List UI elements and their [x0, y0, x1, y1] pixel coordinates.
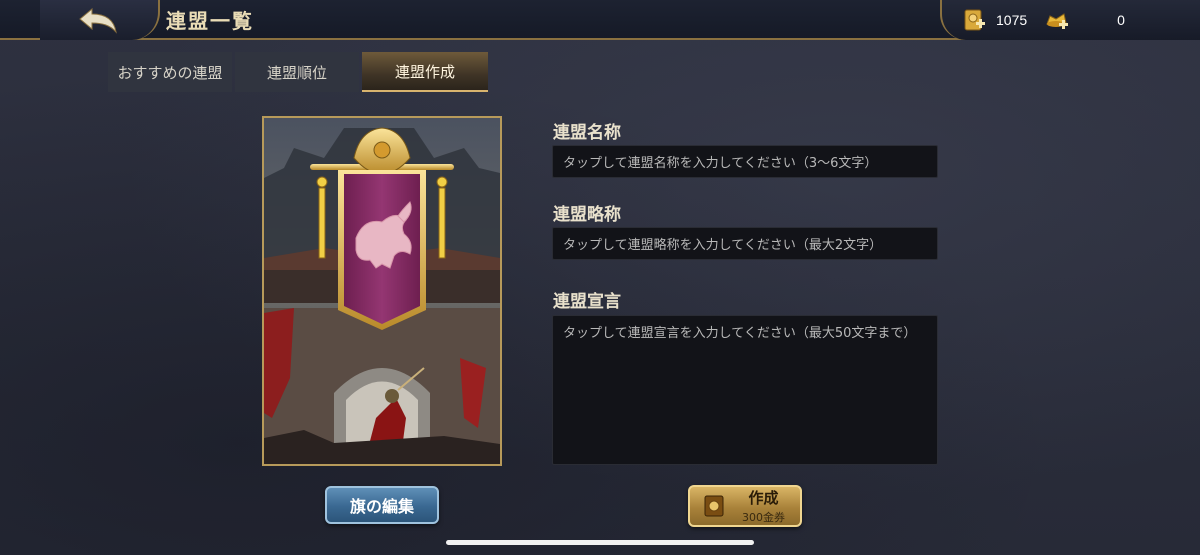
ingot-plus-icon: [1046, 13, 1069, 29]
tab-recommended[interactable]: おすすめの連盟: [108, 52, 232, 92]
alliance-name-label: 連盟名称: [553, 123, 621, 143]
create-button-label: 作成: [748, 489, 779, 507]
back-arrow-icon: [79, 7, 117, 34]
flag-artwork: [264, 118, 500, 464]
tab-create[interactable]: 連盟作成: [362, 52, 488, 92]
create-alliance-button[interactable]: 作成 300金券: [688, 485, 802, 527]
alliance-declaration-input[interactable]: タップして連盟宣言を入力してください（最大50文字まで）: [552, 315, 938, 465]
alliance-tabs: おすすめの連盟 連盟順位 連盟作成: [108, 52, 491, 92]
alliance-short-name-label: 連盟略称: [553, 205, 621, 225]
edit-flag-button[interactable]: 旗の編集: [325, 486, 439, 524]
top-bar: 連盟一覧 1075 0: [0, 0, 1200, 40]
create-cost-label: 300金券: [742, 511, 785, 524]
home-indicator[interactable]: [446, 540, 754, 545]
alliance-declaration-label: 連盟宣言: [553, 292, 621, 312]
resource-panel: 1075 0: [940, 0, 1200, 40]
alliance-name-input[interactable]: タップして連盟名称を入力してください（3〜6文字）: [552, 145, 938, 178]
alliance-flag-preview: [262, 116, 502, 466]
ingot-resource[interactable]: 0: [1045, 8, 1125, 32]
tab-ranking[interactable]: 連盟順位: [235, 52, 359, 92]
coupon-count: 1075: [996, 12, 1028, 28]
coupon-icon: [704, 495, 724, 517]
ingot-count: 0: [1117, 12, 1125, 28]
alliance-short-name-input[interactable]: タップして連盟略称を入力してください（最大2文字）: [552, 227, 938, 260]
page-title: 連盟一覧: [166, 8, 254, 33]
back-button[interactable]: [40, 0, 160, 40]
coupon-resource[interactable]: 1075: [962, 8, 1027, 32]
coupon-plus-icon: [964, 9, 985, 31]
